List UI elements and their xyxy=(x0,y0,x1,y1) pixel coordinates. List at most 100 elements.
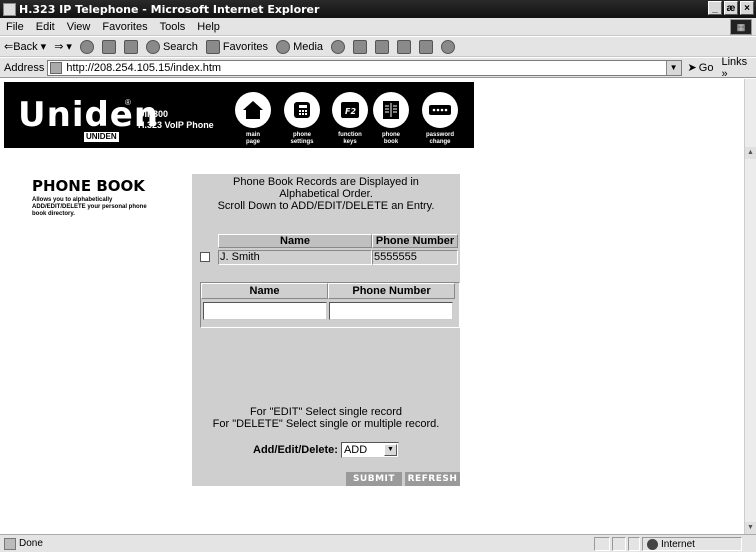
stop-button[interactable] xyxy=(79,39,94,54)
mail-button[interactable] xyxy=(353,39,368,54)
menu-favorites[interactable]: Favorites xyxy=(102,21,147,33)
globe-icon xyxy=(647,538,658,550)
instruction-line: For "DELETE" Select single or multiple r… xyxy=(212,418,440,430)
select-column-header xyxy=(192,234,218,248)
main-page-nav-button[interactable] xyxy=(235,92,271,128)
discuss-button[interactable] xyxy=(419,39,434,54)
submit-button[interactable]: SUBMIT xyxy=(346,472,402,486)
vertical-scrollbar[interactable]: ▲ ▼ xyxy=(744,79,756,534)
chevron-down-icon: ▾ xyxy=(40,41,47,53)
nav-label-line: phone xyxy=(382,132,400,138)
status-bar: Done Internet xyxy=(0,534,756,552)
ie-icon xyxy=(3,2,16,16)
instruction-text: For "EDIT" Select single record For "DEL… xyxy=(192,406,460,430)
menu-tools[interactable]: Tools xyxy=(160,21,186,33)
nav-label-line: main xyxy=(245,132,260,138)
action-label: Add/Edit/Delete: xyxy=(253,444,338,456)
book-icon xyxy=(383,101,399,119)
media-icon xyxy=(276,39,291,54)
minimize-button[interactable]: _ xyxy=(708,1,722,15)
function-key-icon: F2 xyxy=(341,102,359,118)
main-page-nav-label: main page xyxy=(228,132,278,146)
entry-name-header: Name xyxy=(201,283,328,299)
notice-line: Phone Book Records are Displayed in xyxy=(233,176,419,188)
entry-input-row xyxy=(201,299,459,320)
phone-settings-nav-label: phone settings xyxy=(277,132,327,146)
trademark-mark: ® xyxy=(125,98,131,107)
windows-logo-icon: ▦ xyxy=(730,19,752,35)
phone-book-nav-label: phone book xyxy=(366,132,416,146)
messenger-button[interactable] xyxy=(441,39,456,54)
model-name: UIP300 H.323 VoIP Phone xyxy=(138,109,214,131)
phone-book-panel: Phone Book Records are Displayed in Alph… xyxy=(192,174,460,486)
address-input[interactable]: http://208.254.105.15/index.htm ▼ xyxy=(47,59,682,76)
messenger-icon xyxy=(441,39,456,54)
media-label: Media xyxy=(293,40,324,53)
action-select-value: ADD xyxy=(343,444,368,456)
entry-phone-header: Phone Number xyxy=(328,283,455,299)
model-number: UIP300 xyxy=(138,109,169,119)
scroll-down-icon[interactable]: ▼ xyxy=(745,522,756,534)
favorites-button[interactable]: Favorites xyxy=(205,39,269,54)
uniden-header-banner: Uniden ® UNIDEN UIP300 H.323 VoIP Phone … xyxy=(4,82,474,148)
refresh-button[interactable]: REFRESH xyxy=(405,472,460,486)
print-button[interactable] xyxy=(375,39,390,54)
restore-button[interactable]: æ xyxy=(724,1,738,15)
page-content: Uniden ® UNIDEN UIP300 H.323 VoIP Phone … xyxy=(0,79,744,534)
print-icon xyxy=(375,39,390,54)
records-table: Name Phone Number J. Smith 5555555 xyxy=(192,234,460,265)
name-input[interactable] xyxy=(203,302,327,320)
password-change-nav-button[interactable] xyxy=(422,92,458,128)
record-checkbox[interactable] xyxy=(200,252,210,262)
favorites-icon xyxy=(205,39,220,54)
address-url: http://208.254.105.15/index.htm xyxy=(66,61,222,74)
word-icon xyxy=(397,39,412,54)
entry-header-row: Name Phone Number xyxy=(201,283,459,299)
favorites-label: Favorites xyxy=(222,40,269,53)
search-label: Search xyxy=(162,40,198,53)
go-button[interactable]: ➤ Go xyxy=(687,61,714,75)
menu-file[interactable]: File xyxy=(6,21,24,33)
nav-label-line: password xyxy=(425,132,454,138)
chevron-down-icon: ▼ xyxy=(383,444,397,456)
forward-button[interactable]: ⇒ ▾ xyxy=(54,40,72,53)
window-controls: _ æ × xyxy=(708,1,754,15)
back-button[interactable]: ⇐Back ▾ xyxy=(4,40,46,53)
menu-help[interactable]: Help xyxy=(197,21,220,33)
scroll-up-icon[interactable]: ▲ xyxy=(745,147,756,159)
refresh-button[interactable] xyxy=(101,39,116,54)
search-icon xyxy=(145,39,160,54)
phone-number-input[interactable] xyxy=(329,302,453,320)
phone-book-nav-button[interactable] xyxy=(373,92,409,128)
row-select-cell xyxy=(192,252,218,262)
close-button[interactable]: × xyxy=(740,1,754,15)
record-phone: 5555555 xyxy=(372,249,458,265)
edit-word-button[interactable] xyxy=(397,39,412,54)
media-button[interactable]: Media xyxy=(276,39,324,54)
phone-icon xyxy=(294,102,310,118)
menu-view[interactable]: View xyxy=(67,21,91,33)
stop-icon xyxy=(79,39,94,54)
model-description: H.323 VoIP Phone xyxy=(138,120,214,130)
mail-icon xyxy=(353,39,368,54)
action-select[interactable]: ADD ▼ xyxy=(340,442,399,458)
back-label: ⇐Back xyxy=(4,41,38,53)
history-button[interactable] xyxy=(331,39,346,54)
phone-column-header: Phone Number xyxy=(372,234,458,248)
home-button[interactable] xyxy=(123,39,138,54)
go-arrow-icon: ➤ xyxy=(687,62,697,74)
page-done-icon xyxy=(4,537,16,550)
function-key-glyph: F2 xyxy=(345,107,356,116)
search-button[interactable]: Search xyxy=(145,39,198,54)
address-dropdown-button[interactable]: ▼ xyxy=(665,60,681,75)
name-column-header: Name xyxy=(218,234,372,248)
status-segment xyxy=(628,537,640,551)
discuss-icon xyxy=(419,39,434,54)
menu-edit[interactable]: Edit xyxy=(36,21,55,33)
function-keys-nav-button[interactable]: F2 xyxy=(332,92,368,128)
refresh-icon xyxy=(101,39,116,54)
links-button[interactable]: Links » xyxy=(721,56,756,80)
page-title: PHONE BOOK xyxy=(32,177,145,195)
nav-label-line: page xyxy=(245,139,260,145)
phone-settings-nav-button[interactable] xyxy=(284,92,320,128)
